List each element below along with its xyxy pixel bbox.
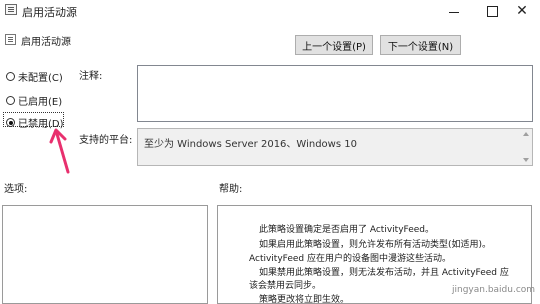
supported-platform-value: 至少为 Windows Server 2016、Windows 10 <box>144 139 357 150</box>
radio-label: 未配置(C) <box>18 73 63 84</box>
policy-title: 启用活动源 <box>21 37 71 48</box>
scroll-up-icon[interactable] <box>523 132 529 136</box>
radio-circle-checked[interactable] <box>6 118 15 127</box>
scroll-down-icon[interactable] <box>523 158 529 162</box>
policy-setting-icon <box>5 34 16 45</box>
help-text-line: 策略更改将立即生效。 <box>259 295 350 304</box>
comment-label: 注释: <box>79 71 103 82</box>
policy-window-icon <box>5 4 17 15</box>
radio-circle[interactable] <box>6 96 15 105</box>
window-title: 启用活动源 <box>22 6 77 19</box>
comment-textarea[interactable] <box>137 65 533 122</box>
supported-platform-field: 至少为 Windows Server 2016、Windows 10 <box>137 128 533 166</box>
close-button[interactable]: ✕ <box>505 1 539 21</box>
watermark: jingyan.baidu.com <box>452 285 536 295</box>
help-label: 帮助: <box>219 184 243 195</box>
radio-label: 已启用(E) <box>18 97 63 108</box>
help-text-line: ActivityFeed 应在用户的设备图中漫游这些活动。 <box>249 254 451 264</box>
help-text-line: 如果禁用此策略设置，则无法发布活动，并且 ActivityFeed 应 <box>259 268 509 278</box>
next-setting-button[interactable]: 下一个设置(N) <box>380 35 461 55</box>
radio-enabled[interactable]: 已启用(E) <box>6 93 62 108</box>
maximize-button[interactable] <box>475 1 509 21</box>
annotation-arrow-icon <box>49 128 70 174</box>
minimize-button[interactable] <box>437 1 471 21</box>
previous-setting-button[interactable]: 上一个设置(P) <box>295 35 373 55</box>
minimize-icon <box>449 11 459 13</box>
options-panel <box>2 205 208 304</box>
close-icon: ✕ <box>516 3 528 19</box>
help-text-line: 此策略设置确定是否启用了 ActivityFeed。 <box>259 225 434 235</box>
supported-platform-label: 支持的平台: <box>79 135 133 146</box>
maximize-icon <box>486 5 498 17</box>
help-text-line: 该会禁用云同步。 <box>249 281 322 291</box>
help-text-line: 如果启用此策略设置，则允许发布所有活动类型(如适用)。 <box>259 240 492 250</box>
radio-not-configured[interactable]: 未配置(C) <box>6 69 63 84</box>
options-label: 选项: <box>4 184 28 195</box>
radio-circle[interactable] <box>6 72 15 81</box>
